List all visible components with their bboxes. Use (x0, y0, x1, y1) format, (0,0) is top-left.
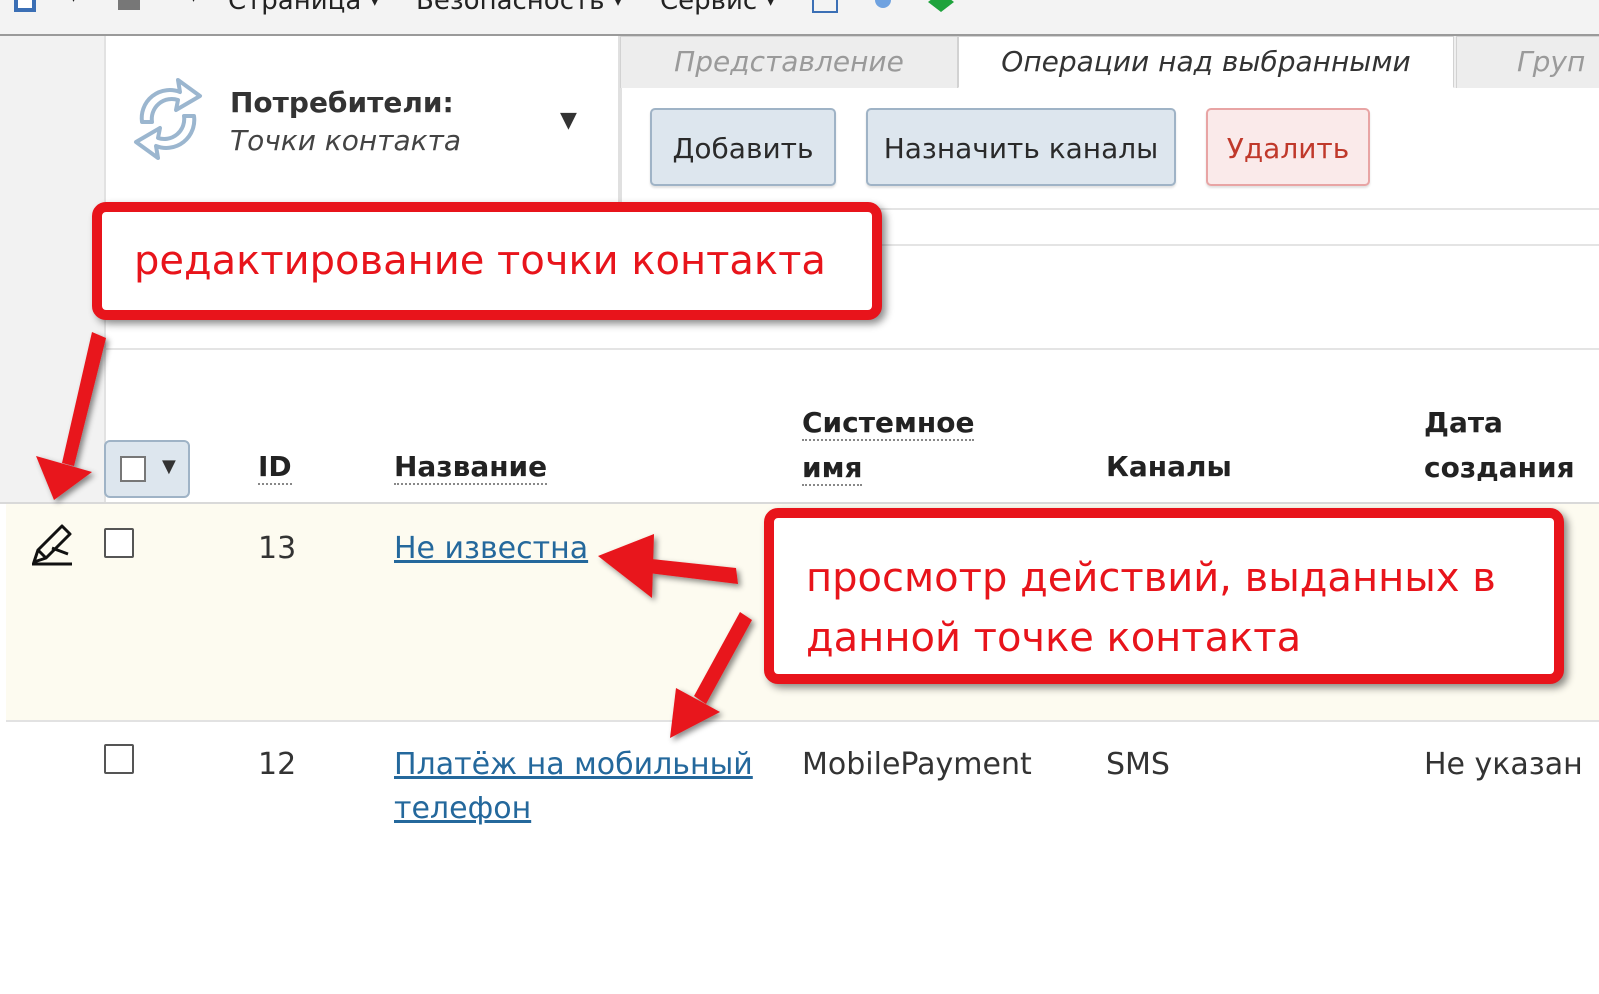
delete-button[interactable]: Удалить (1206, 108, 1370, 186)
add-button[interactable]: Добавить (650, 108, 836, 186)
arrows-cycle-icon (134, 78, 202, 160)
dropdown-triangle-icon[interactable]: ▼ (560, 108, 577, 133)
browser-menubar: ▾ ▾ Страница▾ Безопасность▾ Сервис▾ (0, 0, 1599, 36)
menu-tools[interactable]: Сервис ▾ (660, 0, 774, 16)
tab-view[interactable]: Представление (620, 36, 958, 88)
tab-groups[interactable]: Груп (1456, 36, 1599, 88)
column-header-id[interactable]: ID (258, 444, 292, 489)
select-all-dropdown[interactable]: ▼ (104, 440, 190, 498)
row-id: 12 (258, 747, 297, 782)
assign-channels-button[interactable]: Назначить каналы (866, 108, 1176, 186)
row-name-link[interactable]: Платёж на мобильный (394, 742, 753, 787)
divider (618, 36, 620, 208)
divider (106, 348, 1599, 350)
column-header-created[interactable]: Дата создания (1424, 400, 1575, 490)
select-all-checkbox[interactable] (120, 456, 146, 482)
compat-icon[interactable] (812, 0, 838, 14)
pencil-edit-icon[interactable] (28, 522, 76, 568)
annotation-text: редактирование точки контакта (134, 238, 826, 284)
menu-security[interactable]: Безопасность ▾ (416, 0, 622, 16)
row-name-link[interactable]: Не известна (394, 526, 588, 571)
row-system-name: MobilePayment (802, 747, 1032, 782)
annotation-text: просмотр действий, выданных в (806, 555, 1496, 601)
page-icon[interactable] (12, 0, 38, 14)
chevron-down-icon[interactable]: ▾ (70, 0, 77, 6)
module-subtitle: Точки контакта (230, 124, 461, 157)
annotation-view-callout: просмотр действий, выданных в данной точ… (764, 508, 1564, 684)
annotation-edit-callout: редактирование точки контакта (92, 202, 882, 320)
row-name-link[interactable]: телефон (394, 786, 531, 831)
print-icon[interactable] (116, 0, 142, 14)
research-icon[interactable] (870, 0, 896, 14)
annotation-text: данной точке контакта (806, 615, 1302, 661)
chevron-down-icon[interactable]: ▾ (190, 0, 197, 6)
module-title: Потребители: (230, 86, 454, 119)
row-channels: SMS (1106, 747, 1170, 782)
column-header-channels[interactable]: Каналы (1106, 444, 1232, 489)
chevron-down-icon[interactable]: ▼ (162, 456, 176, 477)
column-header-system-name[interactable]: Системное имя (802, 400, 975, 490)
row-created-date: Не указан (1424, 747, 1583, 782)
column-header-name[interactable]: Название (394, 444, 548, 489)
left-gutter (0, 36, 104, 504)
menu-page[interactable]: Страница ▾ (228, 0, 378, 16)
addon-icon[interactable] (928, 0, 954, 14)
row-checkbox[interactable] (104, 528, 134, 558)
row-checkbox[interactable] (104, 744, 134, 774)
tab-operations[interactable]: Операции над выбранными (958, 36, 1454, 88)
row-id: 13 (258, 531, 297, 566)
